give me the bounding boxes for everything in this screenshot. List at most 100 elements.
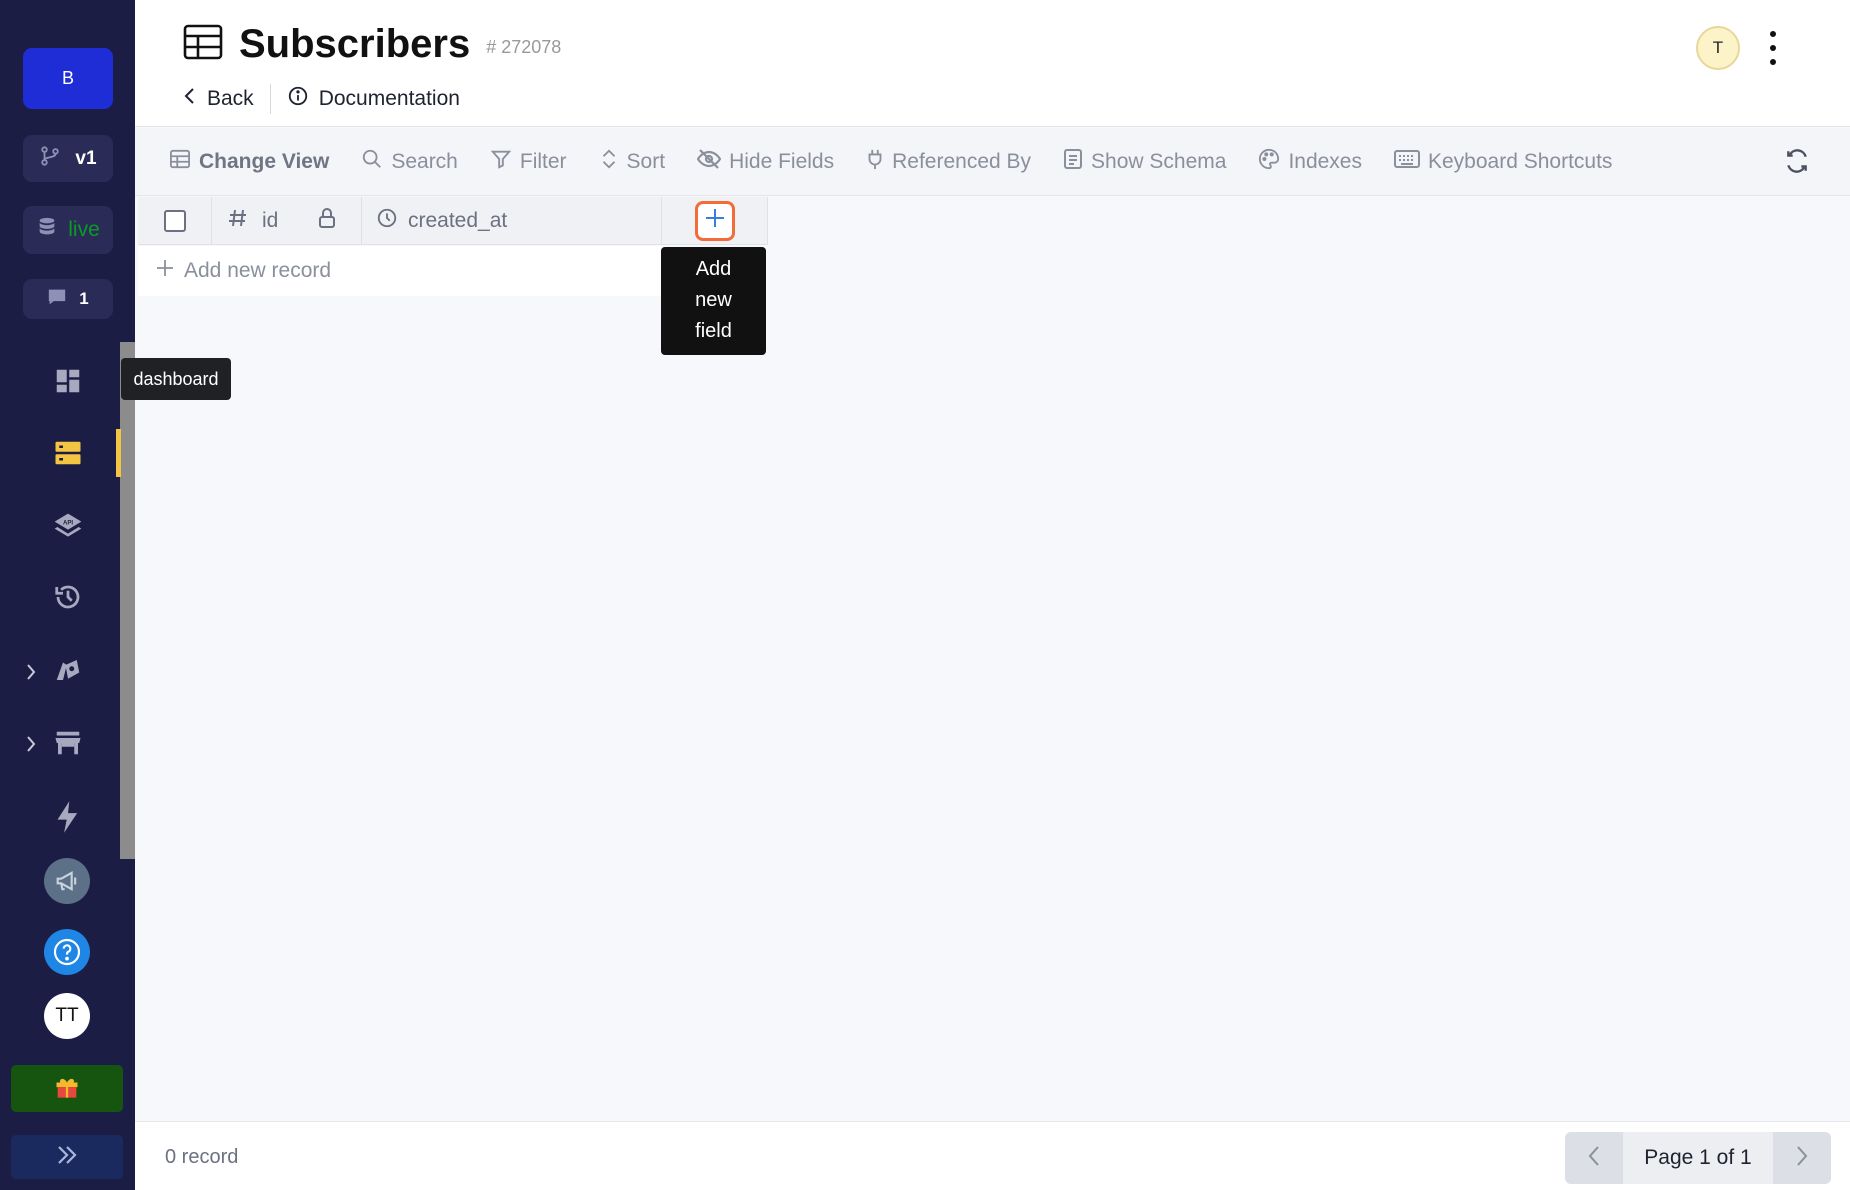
hide-fields-button[interactable]: Hide Fields [696, 148, 834, 176]
chevron-right-icon[interactable] [22, 730, 40, 758]
keyboard-shortcuts-button[interactable]: Keyboard Shortcuts [1394, 149, 1612, 175]
chevron-left-icon [1587, 1145, 1601, 1172]
grid-view-icon [169, 149, 191, 175]
show-schema-button[interactable]: Show Schema [1063, 148, 1226, 176]
sort-icon [599, 148, 619, 176]
user-initials: TT [55, 1005, 79, 1026]
nav-divider [269, 84, 271, 114]
filter-button[interactable]: Filter [490, 148, 567, 176]
lock-icon [317, 207, 337, 235]
grid-header-row: id created_at [138, 197, 768, 245]
user-avatar-header[interactable]: T [1696, 26, 1740, 70]
sidebar-scrollbar[interactable] [120, 342, 135, 859]
megaphone-icon[interactable] [44, 858, 90, 904]
indexes-label: Indexes [1288, 149, 1362, 173]
search-button[interactable]: Search [361, 148, 458, 176]
more-options-icon[interactable] [1755, 26, 1791, 70]
dashboard-tooltip: dashboard [121, 358, 231, 400]
tooltip-line: field [695, 320, 732, 342]
database-icon [36, 215, 58, 245]
pagination: Page 1 of 1 [1565, 1132, 1831, 1184]
page-title: Subscribers [239, 22, 471, 66]
marketplace-icon[interactable] [44, 721, 92, 765]
table-id: # 272078 [486, 37, 562, 57]
gift-icon [53, 1072, 81, 1105]
datasource-live-button[interactable]: live [23, 206, 113, 254]
comments-count: 1 [79, 289, 89, 308]
change-view-label: Change View [199, 149, 330, 173]
keyboard-icon [1394, 149, 1420, 175]
palette-icon [1258, 148, 1280, 176]
record-count: 0 record [165, 1146, 239, 1168]
select-all-cell [138, 197, 212, 245]
lightning-icon[interactable] [44, 795, 92, 839]
back-button[interactable]: Back [183, 87, 254, 111]
user-avatar[interactable]: TT [44, 993, 90, 1039]
search-label: Search [391, 149, 458, 173]
version-button[interactable]: v1 [23, 135, 113, 182]
dashboard-icon[interactable] [44, 359, 92, 403]
grid-footer: 0 record Page 1 of 1 [135, 1121, 1850, 1190]
svg-text:API: API [63, 520, 73, 526]
plus-icon [156, 259, 174, 283]
add-field-tooltip: Add new field [661, 247, 766, 355]
search-icon [361, 148, 383, 176]
plus-icon [704, 207, 726, 235]
add-new-record-label: Add new record [184, 259, 332, 282]
git-branch-icon [39, 145, 61, 173]
chevron-right-icon [1795, 1145, 1809, 1172]
comment-icon [47, 288, 67, 311]
indexes-button[interactable]: Indexes [1258, 148, 1362, 176]
comments-button[interactable]: 1 [23, 279, 113, 319]
branch-button[interactable]: B [23, 48, 113, 109]
show-schema-label: Show Schema [1091, 149, 1227, 173]
clock-icon [376, 207, 398, 235]
hash-icon [228, 208, 248, 234]
filter-label: Filter [519, 149, 567, 173]
table-toolbar: Change View Search Filter Sort Hide Fiel… [135, 128, 1850, 196]
next-page-button[interactable] [1773, 1132, 1831, 1184]
page-indicator: Page 1 of 1 [1623, 1132, 1773, 1184]
referenced-by-button[interactable]: Referenced By [866, 148, 1031, 176]
api-layers-icon[interactable]: API [44, 505, 92, 549]
column-name-id: id [262, 209, 279, 232]
column-header-id[interactable]: id [212, 197, 362, 245]
header-nav: Back Documentation [183, 84, 460, 114]
branch-label: B [61, 68, 74, 88]
change-view-button[interactable]: Change View [169, 149, 329, 175]
keyboard-shortcuts-label: Keyboard Shortcuts [1428, 149, 1613, 173]
sort-button[interactable]: Sort [599, 148, 666, 176]
help-icon[interactable] [44, 929, 90, 975]
column-name-created-at: created_at [408, 209, 508, 232]
documentation-link[interactable]: Documentation [287, 85, 460, 113]
database-table-icon[interactable] [44, 431, 92, 475]
back-label: Back [207, 87, 254, 110]
live-label: live [68, 218, 100, 241]
version-label: v1 [75, 147, 97, 169]
schema-icon [1063, 148, 1083, 176]
previous-page-button[interactable] [1565, 1132, 1623, 1184]
page-header: Subscribers # 272078 Back Documentation … [135, 0, 1850, 127]
info-icon [287, 85, 309, 113]
add-field-button[interactable] [694, 201, 735, 241]
add-field-cell [662, 197, 768, 245]
filter-icon [490, 148, 512, 176]
referenced-by-label: Referenced By [892, 149, 1032, 173]
chevron-left-icon [183, 87, 197, 111]
tooltip-line: new [695, 289, 732, 311]
gift-button[interactable] [11, 1065, 123, 1112]
active-nav-indicator [116, 429, 121, 477]
documentation-label: Documentation [318, 87, 460, 110]
sidebar: B v1 live 1 API TT [0, 0, 135, 1190]
add-new-record-row[interactable]: Add new record [138, 246, 662, 296]
chevron-right-icon[interactable] [22, 658, 40, 686]
select-all-checkbox[interactable] [163, 210, 186, 232]
expand-sidebar-button[interactable] [11, 1135, 123, 1179]
double-chevron-right-icon [55, 1144, 79, 1171]
history-icon[interactable] [44, 575, 92, 619]
dashboard-tooltip-text: dashboard [133, 368, 219, 389]
addons-icon[interactable] [44, 648, 92, 692]
sort-label: Sort [626, 149, 666, 173]
column-header-created-at[interactable]: created_at [362, 197, 662, 245]
refresh-icon[interactable] [1784, 148, 1810, 179]
